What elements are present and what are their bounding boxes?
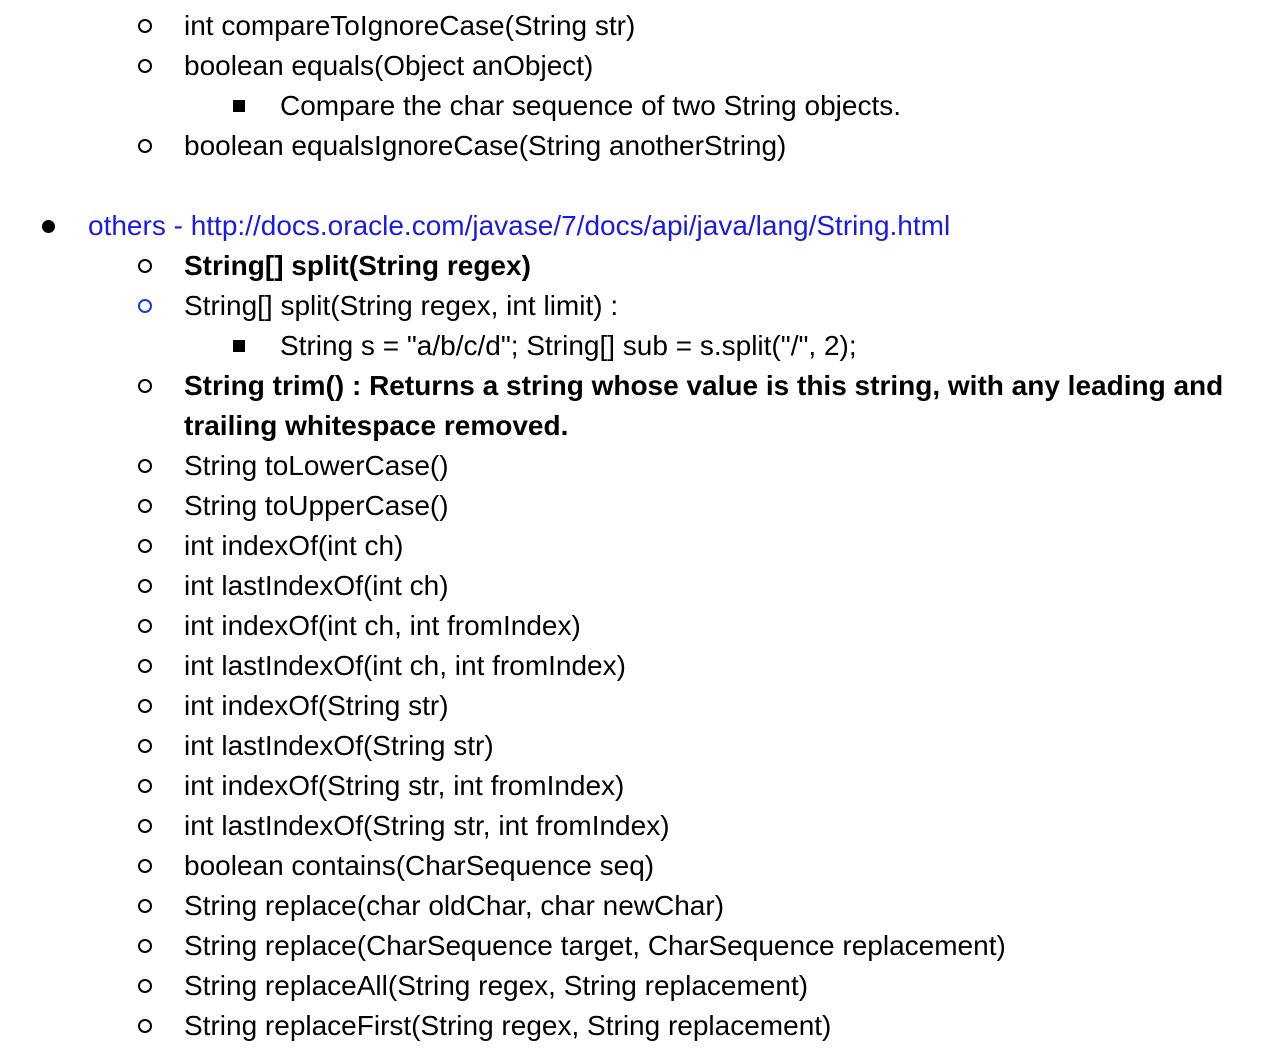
list-item-text: String[] split(String regex, int limit) … [184,290,619,321]
list-item-text: String s = "a/b/c/d"; String[] sub = s.s… [280,330,857,361]
circle-bullet-icon [134,6,156,46]
circle-bullet-icon [134,526,156,566]
circle-bullet-icon [134,606,156,646]
circle-bullet-icon [134,1006,156,1046]
circle-bullet-icon [134,486,156,526]
list-item-text: boolean contains(CharSequence seq) [184,850,655,881]
circle-bullet-icon [134,246,156,286]
circle-bullet-icon [134,846,156,886]
others-link[interactable]: others - http://docs.oracle.com/javase/7… [88,206,950,246]
list-item-text: int indexOf(int ch, int fromIndex) [184,610,581,641]
list-item-text: int lastIndexOf(String str, int fromInde… [184,810,670,841]
list-item-text: String replace(char oldChar, char newCha… [184,890,725,921]
circle-bullet-icon [134,766,156,806]
circle-bullet-icon [134,686,156,726]
circle-bullet-icon [134,646,156,686]
circle-bullet-icon [134,886,156,926]
list-item-text: String toUpperCase() [184,490,449,521]
circle-bullet-icon [134,46,156,86]
list-item-text: int compareToIgnoreCase(String str) [184,10,636,41]
list-item-text: String replaceAll(String regex, String r… [184,970,809,1001]
list-item-text: int lastIndexOf(String str) [184,730,494,761]
list-item-text: String replaceFirst(String regex, String… [184,1010,832,1041]
list-item-text: int indexOf(String str, int fromIndex) [184,770,625,801]
circle-bullet-icon [134,366,156,406]
circle-bullet-icon [134,126,156,166]
circle-bullet-icon [134,566,156,606]
list-item-text: int lastIndexOf(int ch, int fromIndex) [184,650,626,681]
square-bullet-icon [230,86,248,126]
circle-bullet-icon [134,726,156,766]
square-bullet-icon [230,326,248,366]
disc-bullet-icon [38,206,58,246]
circle-bullet-icon [134,966,156,1006]
list-item-text: String trim() : Returns a string whose v… [184,370,1224,441]
circle-bullet-icon [134,806,156,846]
list-item-text: boolean equals(Object anObject) [184,50,594,81]
list-item-text: boolean equalsIgnoreCase(String anotherS… [184,130,787,161]
list-item-text: String replace(CharSequence target, Char… [184,930,1006,961]
list-item-text: String[] split(String regex) [184,250,531,281]
list-item-text: String toLowerCase() [184,450,449,481]
circle-bullet-icon [134,926,156,966]
list-item-text: int indexOf(int ch) [184,530,404,561]
circle-bullet-icon [134,286,156,326]
list-item-text: int lastIndexOf(int ch) [184,570,449,601]
list-item-text: int indexOf(String str) [184,690,449,721]
list-item-text: Compare the char sequence of two String … [280,90,902,121]
circle-bullet-icon [134,446,156,486]
